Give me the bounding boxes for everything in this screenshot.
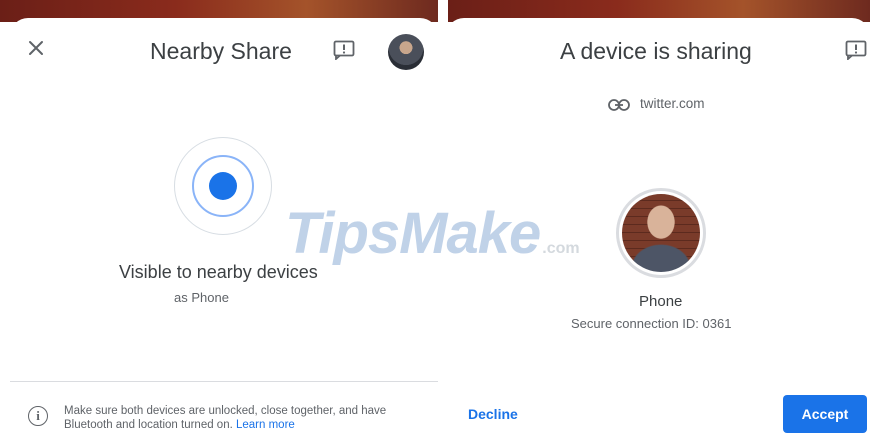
shared-link-text: twitter.com bbox=[640, 96, 705, 111]
sender-avatar bbox=[622, 194, 700, 272]
sender-device-name: Phone bbox=[639, 293, 683, 310]
info-message-text: Make sure both devices are unlocked, clo… bbox=[64, 405, 387, 431]
visibility-status: Visible to nearby devices bbox=[119, 262, 318, 282]
feedback-icon[interactable] bbox=[845, 40, 867, 61]
divider bbox=[10, 381, 438, 382]
sharing-title: A device is sharing bbox=[560, 38, 752, 64]
feedback-icon[interactable] bbox=[333, 40, 355, 61]
link-icon bbox=[608, 98, 630, 111]
page-title: Nearby Share bbox=[150, 38, 292, 64]
decline-button[interactable]: Decline bbox=[468, 406, 518, 422]
incoming-share-panel: A device is sharing twitter.com Phone Se… bbox=[446, 18, 870, 448]
device-label: as Phone bbox=[174, 290, 229, 305]
avatar[interactable] bbox=[388, 34, 424, 70]
visibility-dot bbox=[209, 172, 237, 200]
close-icon[interactable] bbox=[24, 36, 48, 60]
shared-link: twitter.com bbox=[608, 96, 705, 111]
accept-button[interactable]: Accept bbox=[783, 395, 867, 433]
nearby-share-panel: Nearby Share Visible to nearby devices a… bbox=[10, 18, 438, 448]
info-icon: i bbox=[28, 406, 48, 426]
secure-connection-id: Secure connection ID: 0361 bbox=[571, 316, 732, 331]
learn-more-link[interactable]: Learn more bbox=[236, 419, 295, 431]
info-message: Make sure both devices are unlocked, clo… bbox=[64, 404, 432, 432]
